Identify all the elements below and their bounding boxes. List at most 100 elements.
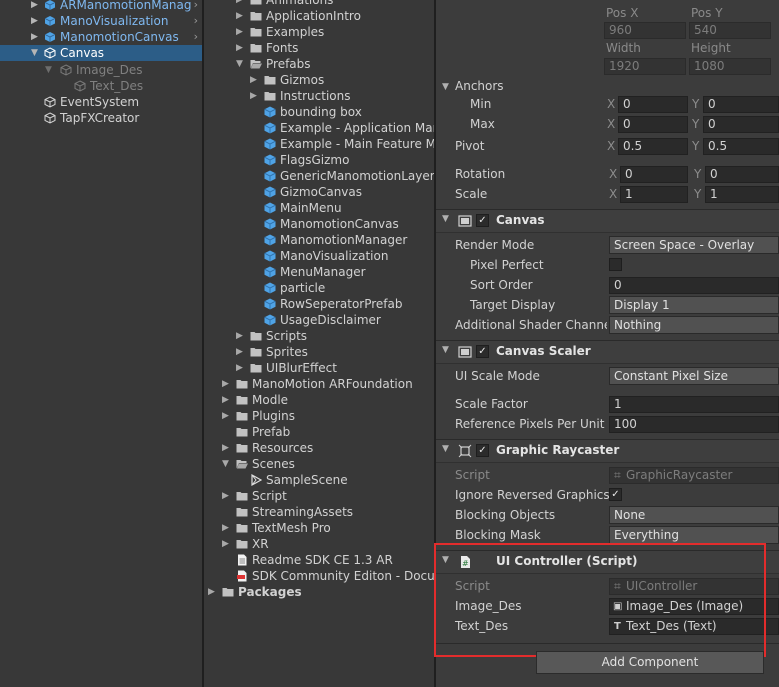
expand-arrow-right-icon[interactable]: ▶ [250, 88, 260, 104]
scale-y-field[interactable]: 1 [705, 186, 779, 203]
expand-arrow-right-icon[interactable]: ▶ [222, 536, 232, 552]
expand-arrow-right-icon[interactable]: ▶ [31, 0, 38, 13]
shader-channels-dropdown[interactable]: Nothing [609, 316, 779, 334]
expand-arrow-right-icon[interactable]: ▶ [222, 376, 232, 392]
ui-scale-mode-dropdown[interactable]: Constant Pixel Size [609, 367, 779, 385]
project-item[interactable]: ManomotionCanvas [204, 216, 434, 232]
blocking-objects-dropdown[interactable]: None [609, 506, 779, 524]
project-item[interactable]: ▶ Sprites [204, 344, 434, 360]
fold-icon[interactable]: ▼ [442, 444, 449, 454]
expand-arrow-right-icon[interactable]: ▶ [222, 488, 232, 504]
project-item[interactable]: ▶ Resources [204, 440, 434, 456]
project-item[interactable]: MainMenu [204, 200, 434, 216]
expand-arrow-down-icon[interactable]: ▼ [31, 45, 38, 61]
project-item[interactable]: ▶ Script [204, 488, 434, 504]
project-item[interactable]: ▶ Packages [204, 584, 434, 600]
project-item[interactable]: SDK Community Editon - Docum [204, 568, 434, 584]
chevron-right-icon[interactable]: › [194, 29, 198, 45]
anchor-min-y-field[interactable]: 0 [703, 96, 779, 113]
canvas-scaler-enabled-checkbox[interactable]: ✓ [476, 345, 489, 358]
chevron-right-icon[interactable]: › [194, 0, 198, 13]
project-item[interactable]: ▶ Gizmos [204, 72, 434, 88]
chevron-right-icon[interactable]: › [194, 13, 198, 29]
hierarchy-item[interactable]: EventSystem [0, 94, 202, 110]
expand-arrow-right-icon[interactable]: ▶ [222, 440, 232, 456]
expand-arrow-down-icon[interactable]: ▼ [45, 62, 52, 78]
pivot-y-field[interactable]: 0.5 [703, 138, 779, 155]
expand-arrow-right-icon[interactable]: ▶ [236, 0, 246, 8]
project-item[interactable]: ManomotionManager [204, 232, 434, 248]
expand-arrow-right-icon[interactable]: ▶ [236, 344, 246, 360]
project-item[interactable]: ▶ Fonts [204, 40, 434, 56]
project-item[interactable]: ▶ ManoMotion ARFoundation [204, 376, 434, 392]
anchor-min-x-field[interactable]: 0 [618, 96, 688, 113]
project-item[interactable]: StreamingAssets [204, 504, 434, 520]
project-item[interactable]: ▶ XR [204, 536, 434, 552]
project-item[interactable]: ▼ Prefabs [204, 56, 434, 72]
sort-order-field[interactable]: 0 [609, 277, 779, 294]
project-item[interactable]: FlagsGizmo [204, 152, 434, 168]
hierarchy-item[interactable]: ▶ ManomotionCanvas › [0, 29, 202, 45]
rotation-y-field[interactable]: 0 [705, 166, 779, 183]
expand-arrow-right-icon[interactable]: ▶ [236, 360, 246, 376]
hierarchy-item[interactable]: TapFXCreator [0, 110, 202, 126]
project-item[interactable]: MenuManager [204, 264, 434, 280]
graphic-raycaster-component-header[interactable]: ▼ ✓ Graphic Raycaster [436, 439, 779, 463]
expand-arrow-down-icon[interactable]: ▼ [236, 56, 246, 72]
project-item[interactable]: Example - Application Mana [204, 120, 434, 136]
project-item[interactable]: ▶ Instructions [204, 88, 434, 104]
pixel-perfect-checkbox[interactable] [609, 258, 622, 271]
expand-arrow-right-icon[interactable]: ▶ [31, 29, 38, 45]
project-item[interactable]: SampleScene [204, 472, 434, 488]
blocking-mask-dropdown[interactable]: Everything [609, 526, 779, 544]
project-item[interactable]: ▶ TextMesh Pro [204, 520, 434, 536]
project-item[interactable]: ▶ Examples [204, 24, 434, 40]
hierarchy-item[interactable]: Text_Des [0, 78, 202, 94]
render-mode-dropdown[interactable]: Screen Space - Overlay [609, 236, 779, 254]
pivot-x-field[interactable]: 0.5 [618, 138, 688, 155]
ignore-reversed-checkbox[interactable]: ✓ [609, 488, 622, 501]
canvas-scaler-component-header[interactable]: ▼ ✓ Canvas Scaler [436, 340, 779, 364]
project-item[interactable]: Example - Main Feature Me [204, 136, 434, 152]
project-item[interactable]: GizmoCanvas [204, 184, 434, 200]
hierarchy-item[interactable]: ▶ ManoVisualization › [0, 13, 202, 29]
project-item[interactable]: ManoVisualization [204, 248, 434, 264]
canvas-component-header[interactable]: ▼ ✓ Canvas [436, 209, 779, 233]
project-item[interactable]: bounding box [204, 104, 434, 120]
project-item[interactable]: GenericManomotionLayer [204, 168, 434, 184]
rotation-x-field[interactable]: 0 [620, 166, 688, 183]
project-item[interactable]: ▶ ApplicationIntro [204, 8, 434, 24]
fold-icon[interactable]: ▼ [442, 214, 449, 224]
project-item[interactable]: RowSeperatorPrefab [204, 296, 434, 312]
anchor-max-y-field[interactable]: 0 [703, 116, 779, 133]
hierarchy-item[interactable]: ▼ Image_Des [0, 62, 202, 78]
ref-ppu-field[interactable]: 100 [609, 416, 779, 433]
project-item[interactable]: ▶ Animations [204, 0, 434, 8]
project-item[interactable]: ▶ Scripts [204, 328, 434, 344]
expand-arrow-right-icon[interactable]: ▶ [222, 392, 232, 408]
project-item[interactable]: ▶ UIBlurEffect [204, 360, 434, 376]
anchors-fold-icon[interactable]: ▼ [442, 82, 449, 92]
hierarchy-item[interactable]: ▼ Canvas [0, 45, 202, 61]
expand-arrow-down-icon[interactable]: ▼ [222, 456, 232, 472]
expand-arrow-right-icon[interactable]: ▶ [222, 520, 232, 536]
expand-arrow-right-icon[interactable]: ▶ [31, 13, 38, 29]
project-item[interactable]: Readme SDK CE 1.3 AR [204, 552, 434, 568]
expand-arrow-right-icon[interactable]: ▶ [208, 584, 218, 600]
project-item[interactable]: Prefab [204, 424, 434, 440]
anchor-max-x-field[interactable]: 0 [618, 116, 688, 133]
fold-icon[interactable]: ▼ [442, 345, 449, 355]
project-item[interactable]: UsageDisclaimer [204, 312, 434, 328]
expand-arrow-right-icon[interactable]: ▶ [236, 24, 246, 40]
expand-arrow-right-icon[interactable]: ▶ [236, 8, 246, 24]
expand-arrow-right-icon[interactable]: ▶ [236, 40, 246, 56]
canvas-enabled-checkbox[interactable]: ✓ [476, 214, 489, 227]
graphic-raycaster-enabled-checkbox[interactable]: ✓ [476, 444, 489, 457]
expand-arrow-right-icon[interactable]: ▶ [222, 408, 232, 424]
project-item[interactable]: ▶ Plugins [204, 408, 434, 424]
add-component-button[interactable]: Add Component [536, 651, 764, 674]
project-item[interactable]: particle [204, 280, 434, 296]
scale-x-field[interactable]: 1 [620, 186, 688, 203]
expand-arrow-right-icon[interactable]: ▶ [250, 72, 260, 88]
target-display-dropdown[interactable]: Display 1 [609, 296, 779, 314]
